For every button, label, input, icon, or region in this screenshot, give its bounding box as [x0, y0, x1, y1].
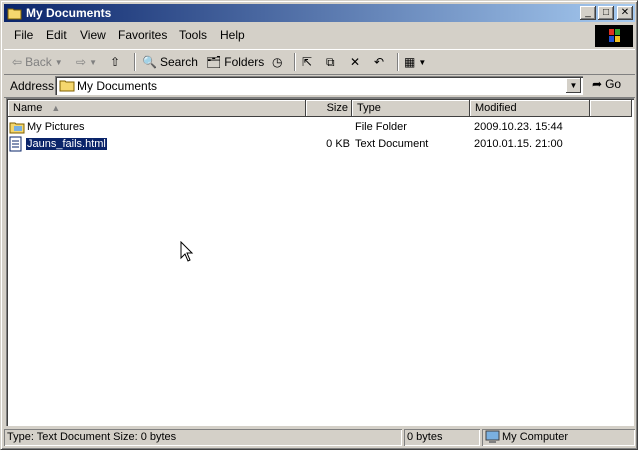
column-modified-label: Modified	[475, 102, 517, 114]
move-to-icon: ⇱	[302, 55, 313, 69]
copy-to-icon: ⧉	[326, 54, 335, 69]
back-label: Back	[25, 55, 52, 69]
windows-flag-icon	[609, 29, 620, 42]
column-header-name[interactable]: Name ▲	[8, 100, 306, 117]
chevron-down-icon: ▼	[54, 57, 63, 67]
column-header-modified[interactable]: Modified	[470, 100, 590, 117]
back-arrow-icon: ⇦	[12, 55, 23, 69]
menu-help[interactable]: Help	[220, 28, 245, 42]
history-button[interactable]: ◷	[272, 53, 282, 71]
file-type: Text Document	[355, 138, 429, 150]
address-input[interactable]: My Documents ▼	[55, 76, 583, 95]
delete-button[interactable]: ✕	[350, 53, 360, 71]
forward-button[interactable]: ⇨ ▼	[76, 53, 97, 71]
address-bar: Address My Documents ▼ ➦ Go	[4, 74, 635, 98]
history-icon: ◷	[272, 55, 283, 69]
file-list[interactable]: Name ▲ Size Type Modified My Pictures Fi…	[6, 98, 634, 426]
views-icon: ▦	[404, 55, 416, 69]
copy-to-button[interactable]: ⧉	[326, 53, 335, 71]
list-item-selected[interactable]: Jauns_fails.html 0 KB Text Document 2010…	[8, 136, 628, 153]
chevron-down-icon: ▼	[569, 81, 578, 90]
my-computer-icon	[485, 430, 500, 443]
address-value: My Documents	[77, 79, 158, 93]
toolbar-separator	[294, 53, 296, 71]
menu-file[interactable]: File	[14, 28, 33, 42]
column-name-label: Name	[13, 102, 43, 114]
file-name[interactable]: Jauns_fails.html	[25, 137, 108, 151]
folder-icon	[7, 8, 22, 20]
search-label: Search	[159, 55, 198, 69]
menu-tools[interactable]: Tools	[179, 28, 207, 42]
column-size-label: Size	[326, 102, 348, 114]
up-folder-button[interactable]: ⇧	[110, 53, 120, 71]
file-modified: 2009.10.23. 15:44	[474, 121, 563, 133]
window-title: My Documents	[26, 6, 112, 20]
menu-favorites[interactable]: Favorites	[118, 28, 167, 42]
column-header-filler	[590, 100, 632, 117]
search-icon: 🔍	[142, 55, 157, 69]
chevron-down-icon: ▼	[418, 57, 427, 67]
minimize-button[interactable]: _	[580, 6, 596, 20]
address-label: Address	[10, 79, 55, 93]
column-header-size[interactable]: Size	[306, 100, 352, 117]
go-arrow-icon: ➦	[592, 77, 603, 91]
delete-icon: ✕	[350, 55, 361, 69]
address-dropdown-button[interactable]: ▼	[566, 78, 581, 93]
explorer-window: My Documents _ □ ✕ File Edit View Favori…	[0, 0, 638, 450]
back-button[interactable]: ⇦ Back ▼	[12, 53, 63, 71]
folder-pictures-icon	[9, 122, 25, 134]
html-document-icon	[9, 136, 22, 152]
go-button[interactable]: ➦ Go	[592, 77, 621, 91]
menu-view[interactable]: View	[80, 28, 106, 42]
maximize-button[interactable]: □	[598, 6, 614, 20]
move-to-button[interactable]: ⇱	[302, 53, 312, 71]
windows-logo	[595, 25, 633, 47]
folders-label: Folders	[224, 55, 265, 69]
status-zone-label: My Computer	[502, 431, 569, 443]
forward-arrow-icon: ⇨	[76, 55, 87, 69]
column-header-type[interactable]: Type	[352, 100, 470, 117]
status-size: 0 bytes	[404, 429, 480, 446]
file-name: My Pictures	[27, 121, 85, 133]
status-bar: Type: Text Document Size: 0 bytes 0 byte…	[4, 428, 635, 447]
folders-button[interactable]: 🗂 Folders	[206, 53, 264, 71]
file-size: 0 KB	[326, 138, 350, 150]
undo-icon: ↶	[374, 55, 385, 69]
standard-toolbar: ⇦ Back ▼ ⇨ ▼ ⇧ 🔍 Search 🗂 Folders ◷ ⇱ ⧉	[4, 49, 635, 75]
mouse-pointer-icon	[180, 241, 194, 262]
up-folder-icon: ⇧	[110, 55, 121, 69]
file-type: File Folder	[355, 121, 407, 133]
views-button[interactable]: ▦ ▼	[404, 53, 426, 71]
status-info: Type: Text Document Size: 0 bytes	[4, 429, 402, 446]
menu-edit[interactable]: Edit	[46, 28, 67, 42]
close-button[interactable]: ✕	[617, 6, 633, 20]
chevron-down-icon: ▼	[89, 57, 97, 67]
undo-button[interactable]: ↶	[374, 53, 384, 71]
folders-icon: 🗂	[206, 55, 222, 69]
menu-bar: File Edit View Favorites Tools Help	[4, 24, 594, 46]
search-button[interactable]: 🔍 Search	[142, 53, 198, 71]
column-type-label: Type	[357, 102, 381, 114]
sort-ascending-icon: ▲	[51, 103, 61, 113]
status-zone: My Computer	[482, 429, 635, 446]
list-item[interactable]: My Pictures File Folder 2009.10.23. 15:4…	[8, 119, 628, 136]
toolbar-separator	[397, 53, 399, 71]
title-bar[interactable]: My Documents _ □ ✕	[4, 4, 635, 22]
go-label: Go	[605, 77, 622, 91]
folder-icon	[59, 80, 75, 92]
toolbar-separator	[134, 53, 136, 71]
file-modified: 2010.01.15. 21:00	[474, 138, 563, 150]
